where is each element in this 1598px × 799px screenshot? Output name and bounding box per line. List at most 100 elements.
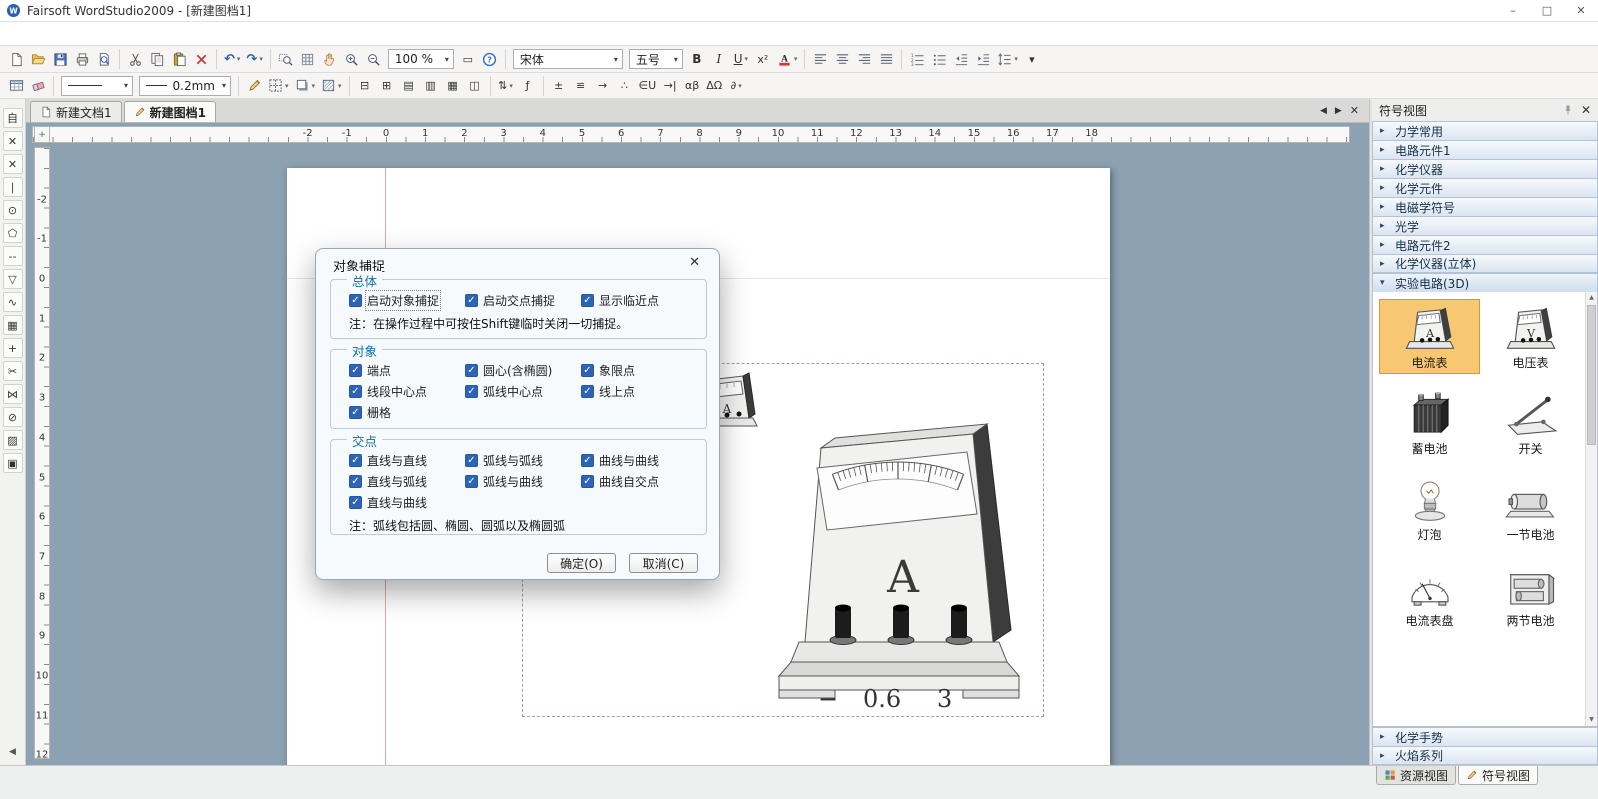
insert-table-button[interactable] <box>5 75 27 97</box>
checkbox-checked-icon[interactable] <box>581 475 594 488</box>
font-size-combo[interactable]: 五号 ▾ <box>629 49 683 69</box>
minimize-button[interactable]: – <box>1496 0 1530 21</box>
zoom-combo[interactable]: 100 % ▾ <box>388 49 454 69</box>
grid-toggle-button[interactable] <box>297 48 319 70</box>
insert-column-button[interactable]: ▥ <box>420 75 442 97</box>
box-tool[interactable]: ▣ <box>3 453 23 473</box>
formula-button[interactable]: ƒ <box>517 75 539 97</box>
scrollbar-thumb[interactable] <box>1587 305 1596 445</box>
text-tool[interactable]: 自 <box>3 108 23 128</box>
dropdown-icon[interactable]: ▾ <box>744 55 748 63</box>
fit-page-button[interactable]: ▭ <box>457 48 479 70</box>
copy-button[interactable] <box>146 48 168 70</box>
symbol-category[interactable]: ▸ 火焰系列 <box>1372 746 1598 765</box>
split-cells-button[interactable]: ⊞ <box>376 75 398 97</box>
snap-checkbox[interactable]: 启动交点捕捉 <box>465 293 581 308</box>
save-button[interactable] <box>49 48 71 70</box>
menu-item[interactable] <box>26 31 44 37</box>
checkbox-checked-icon[interactable] <box>465 475 478 488</box>
menu-item[interactable] <box>80 31 98 37</box>
distribute-rows-button[interactable]: ▦ <box>442 75 464 97</box>
snap-checkbox[interactable]: 弧线中心点 <box>465 384 581 399</box>
checkbox-checked-icon[interactable] <box>465 454 478 467</box>
insert-row-button[interactable]: ▤ <box>398 75 420 97</box>
drawing-canvas[interactable]: -2-10123456789101112131415161718 -2-1012… <box>26 123 1369 765</box>
pen-button[interactable] <box>243 75 265 97</box>
checkbox-checked-icon[interactable] <box>349 496 362 509</box>
scissors-tool[interactable]: ✂ <box>3 361 23 381</box>
dropdown-icon[interactable]: ▾ <box>509 82 513 90</box>
dropdown-icon[interactable]: ▾ <box>614 55 618 64</box>
pan-button[interactable] <box>319 48 341 70</box>
line-spacing-button[interactable]: ▾ <box>994 48 1021 70</box>
symbol-item-storage-battery[interactable]: 蓄电池 <box>1379 385 1480 460</box>
symbol-category[interactable]: ▸ 化学元件 <box>1372 178 1598 197</box>
menu-item[interactable] <box>98 31 116 37</box>
maximize-button[interactable]: □ <box>1530 0 1564 21</box>
outdent-button[interactable] <box>950 48 972 70</box>
tab-close-icon[interactable]: ✕ <box>1350 104 1359 117</box>
dropdown-icon[interactable]: ▾ <box>312 82 316 90</box>
erase-small-tool[interactable]: ✕ <box>3 154 23 174</box>
symbol-item-voltmeter[interactable]: V 电压表 <box>1480 299 1581 374</box>
symbol-category-expanded[interactable]: ▾ 实验电路(3D) <box>1372 273 1598 292</box>
italic-button[interactable]: I <box>708 48 730 70</box>
snap-checkbox[interactable]: 栅格 <box>349 405 465 420</box>
symbol-category[interactable]: ▸ 电路元件1 <box>1372 140 1598 159</box>
menu-item[interactable] <box>62 31 80 37</box>
checkbox-checked-icon[interactable] <box>581 385 594 398</box>
line-style-combo[interactable]: ▾ <box>61 76 133 96</box>
triangle-tool[interactable]: ▽ <box>3 269 23 289</box>
menu-item[interactable] <box>152 31 170 37</box>
new-document-button[interactable] <box>5 48 27 70</box>
bullet-list-button[interactable] <box>928 48 950 70</box>
paste-button[interactable] <box>168 48 190 70</box>
maps-to-button[interactable]: →| <box>659 75 681 97</box>
object-snap-dialog[interactable]: 对象捕捉 ✕ 总体 启动对象捕捉 启动交点捕捉 显示临近点 <box>315 248 720 580</box>
dropdown-icon[interactable]: ▾ <box>338 82 342 90</box>
checkbox-checked-icon[interactable] <box>349 294 362 307</box>
numbered-list-button[interactable] <box>906 48 928 70</box>
snap-checkbox[interactable]: 线上点 <box>581 384 697 399</box>
indent-button[interactable] <box>972 48 994 70</box>
menu-item[interactable] <box>170 31 188 37</box>
checkbox-checked-icon[interactable] <box>581 294 594 307</box>
greek-delta-omega-button[interactable]: ΔΩ <box>703 75 725 97</box>
horizontal-ruler[interactable]: -2-10123456789101112131415161718 <box>32 126 1350 143</box>
greek-alpha-beta-button[interactable]: αβ <box>681 75 703 97</box>
zoom-in-button[interactable] <box>341 48 363 70</box>
dropdown-icon[interactable]: ▾ <box>674 55 678 64</box>
symbol-category[interactable]: ▸ 电路元件2 <box>1372 235 1598 254</box>
merge-cells-button[interactable]: ⊟ <box>354 75 376 97</box>
zoom-out-button[interactable] <box>363 48 385 70</box>
shadow-button[interactable]: ▾ <box>292 75 319 97</box>
dropdown-icon[interactable]: ▾ <box>259 55 263 63</box>
resource-view-tab[interactable]: 资源视图 <box>1376 766 1456 785</box>
print-preview-button[interactable] <box>93 48 115 70</box>
checkbox-checked-icon[interactable] <box>581 364 594 377</box>
checkbox-checked-icon[interactable] <box>465 385 478 398</box>
menu-item[interactable] <box>8 31 26 37</box>
snap-checkbox[interactable]: 弧线与弧线 <box>465 453 581 468</box>
line-width-combo[interactable]: 0.2mm ▾ <box>139 76 231 96</box>
checkbox-checked-icon[interactable] <box>349 385 362 398</box>
hatch-tool[interactable]: ▨ <box>3 430 23 450</box>
therefore-button[interactable]: ∴ <box>614 75 636 97</box>
font-name-combo[interactable]: 宋体 ▾ <box>513 49 623 69</box>
collapse-strip-icon[interactable]: ◀ <box>9 747 16 757</box>
cross-tool[interactable]: + <box>3 338 23 358</box>
dropdown-icon[interactable]: ▾ <box>237 55 241 63</box>
symbol-item-switch[interactable]: 开关 <box>1480 385 1581 460</box>
snap-checkbox[interactable]: 曲线自交点 <box>581 474 697 489</box>
cut-button[interactable] <box>124 48 146 70</box>
tab-next-icon[interactable]: ▶ <box>1335 106 1342 116</box>
menu-item[interactable] <box>44 31 62 37</box>
approx-equal-button[interactable]: ≌ <box>570 75 592 97</box>
font-color-button[interactable]: ▾ <box>774 48 801 70</box>
snap-checkbox[interactable]: 显示临近点 <box>581 293 697 308</box>
connect-tool[interactable]: ⋈ <box>3 384 23 404</box>
symbol-item-single-cell[interactable]: 一节电池 <box>1480 471 1581 546</box>
redo-button[interactable]: ↷▾ <box>243 48 265 70</box>
checkbox-checked-icon[interactable] <box>349 475 362 488</box>
snap-checkbox[interactable]: 直线与曲线 <box>349 495 465 510</box>
